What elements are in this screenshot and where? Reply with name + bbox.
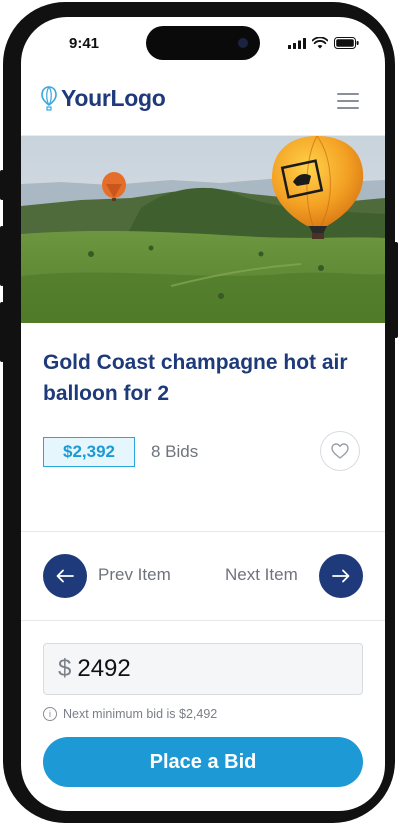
phone-silent-switch bbox=[0, 170, 4, 200]
item-title: Gold Coast champagne hot air balloon for… bbox=[43, 351, 348, 405]
favorite-button[interactable] bbox=[320, 431, 360, 471]
camera-icon bbox=[238, 38, 248, 48]
wifi-icon bbox=[312, 37, 328, 49]
divider bbox=[21, 531, 385, 532]
logo-text: YourLogo bbox=[61, 85, 166, 111]
minimum-bid-hint: i Next minimum bid is $2,492 bbox=[43, 707, 217, 721]
current-price-badge: $2,392 bbox=[43, 437, 135, 467]
arrow-right-icon bbox=[332, 569, 350, 583]
balloon-logo-icon bbox=[41, 85, 57, 111]
phone-volume-up bbox=[0, 226, 4, 286]
next-item-button[interactable] bbox=[319, 554, 363, 598]
price-row: $2,392 8 Bids bbox=[43, 435, 198, 469]
next-item-label[interactable]: Next Item bbox=[225, 565, 298, 585]
arrow-left-icon bbox=[56, 569, 74, 583]
place-bid-button[interactable]: Place a Bid bbox=[43, 737, 363, 787]
logo[interactable]: YourLogo bbox=[41, 85, 166, 112]
balloon-landscape-image bbox=[21, 136, 385, 323]
bid-amount-field[interactable]: $ 2492 bbox=[43, 643, 363, 695]
app-header: YourLogo bbox=[21, 77, 385, 136]
signal-icon bbox=[288, 37, 306, 49]
hero-image bbox=[21, 136, 385, 323]
prev-item-label[interactable]: Prev Item bbox=[98, 565, 171, 585]
phone-power-button bbox=[394, 242, 398, 338]
bid-amount-value[interactable]: 2492 bbox=[77, 655, 130, 683]
battery-icon bbox=[334, 37, 359, 49]
currency-symbol: $ bbox=[58, 655, 72, 682]
bid-count: 8 Bids bbox=[151, 442, 199, 461]
status-icons bbox=[288, 37, 359, 49]
heart-icon bbox=[331, 443, 349, 459]
app-screen: 9:41 YourLogo Gold Coast champagne hot a… bbox=[21, 17, 385, 811]
info-icon: i bbox=[43, 707, 57, 721]
prev-item-button[interactable] bbox=[43, 554, 87, 598]
phone-frame: 9:41 YourLogo Gold Coast champagne hot a… bbox=[0, 2, 398, 823]
minimum-bid-text: Next minimum bid is $2,492 bbox=[63, 707, 218, 721]
divider bbox=[21, 620, 385, 621]
dynamic-island bbox=[146, 26, 260, 60]
phone-volume-down bbox=[0, 302, 4, 362]
status-time: 9:41 bbox=[69, 35, 100, 52]
hamburger-menu-icon[interactable] bbox=[337, 91, 361, 111]
